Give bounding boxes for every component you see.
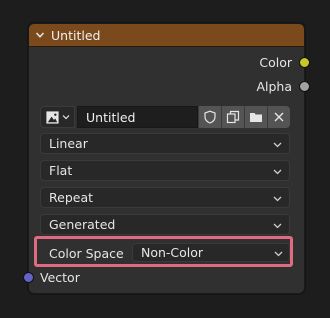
collapse-chevron-icon[interactable]	[29, 24, 51, 46]
output-color-label: Color	[259, 54, 292, 70]
image-texture-node[interactable]: Untitled Color Alpha Untitled Linear Fla…	[23, 23, 310, 294]
shield-icon	[204, 110, 216, 124]
fake-user-button[interactable]	[198, 106, 221, 128]
node-title: Untitled	[51, 27, 101, 43]
extension-value: Repeat	[49, 190, 94, 205]
duplicate-icon	[226, 110, 240, 124]
output-alpha-label: Alpha	[256, 78, 292, 94]
chevron-down-icon	[62, 115, 70, 120]
source-value: Generated	[49, 217, 116, 232]
input-vector-socket[interactable]	[23, 272, 34, 283]
chevron-down-icon	[273, 142, 282, 148]
input-vector-label: Vector	[40, 270, 80, 285]
chevron-down-icon	[273, 196, 282, 202]
interpolation-dropdown[interactable]: Linear	[40, 133, 290, 154]
image-selector: Untitled	[40, 106, 290, 128]
source-dropdown[interactable]: Generated	[40, 214, 290, 235]
close-icon	[274, 112, 284, 122]
color-space-dropdown[interactable]: Non-Color	[132, 243, 290, 262]
output-color: Color	[259, 52, 304, 72]
color-space-highlight: Color Space Non-Color	[34, 236, 293, 267]
chevron-down-icon	[274, 251, 283, 257]
output-color-socket[interactable]	[299, 57, 310, 68]
image-icon	[46, 110, 59, 124]
unlink-image-button[interactable]	[267, 106, 290, 128]
extension-dropdown[interactable]: Repeat	[40, 187, 290, 208]
chevron-down-icon	[273, 223, 282, 229]
node-header[interactable]: Untitled	[29, 24, 304, 47]
chevron-down-icon	[273, 169, 282, 175]
interpolation-value: Linear	[49, 136, 88, 151]
projection-value: Flat	[49, 163, 73, 178]
color-space-label: Color Space	[49, 246, 124, 261]
projection-dropdown[interactable]: Flat	[40, 160, 290, 181]
open-image-button[interactable]	[244, 106, 267, 128]
new-image-button[interactable]	[221, 106, 244, 128]
color-space-value: Non-Color	[141, 245, 204, 260]
output-alpha: Alpha	[256, 76, 304, 96]
image-name-field[interactable]: Untitled	[77, 106, 198, 128]
browse-image-button[interactable]	[40, 106, 75, 128]
folder-icon	[250, 113, 262, 122]
output-alpha-socket[interactable]	[299, 81, 310, 92]
